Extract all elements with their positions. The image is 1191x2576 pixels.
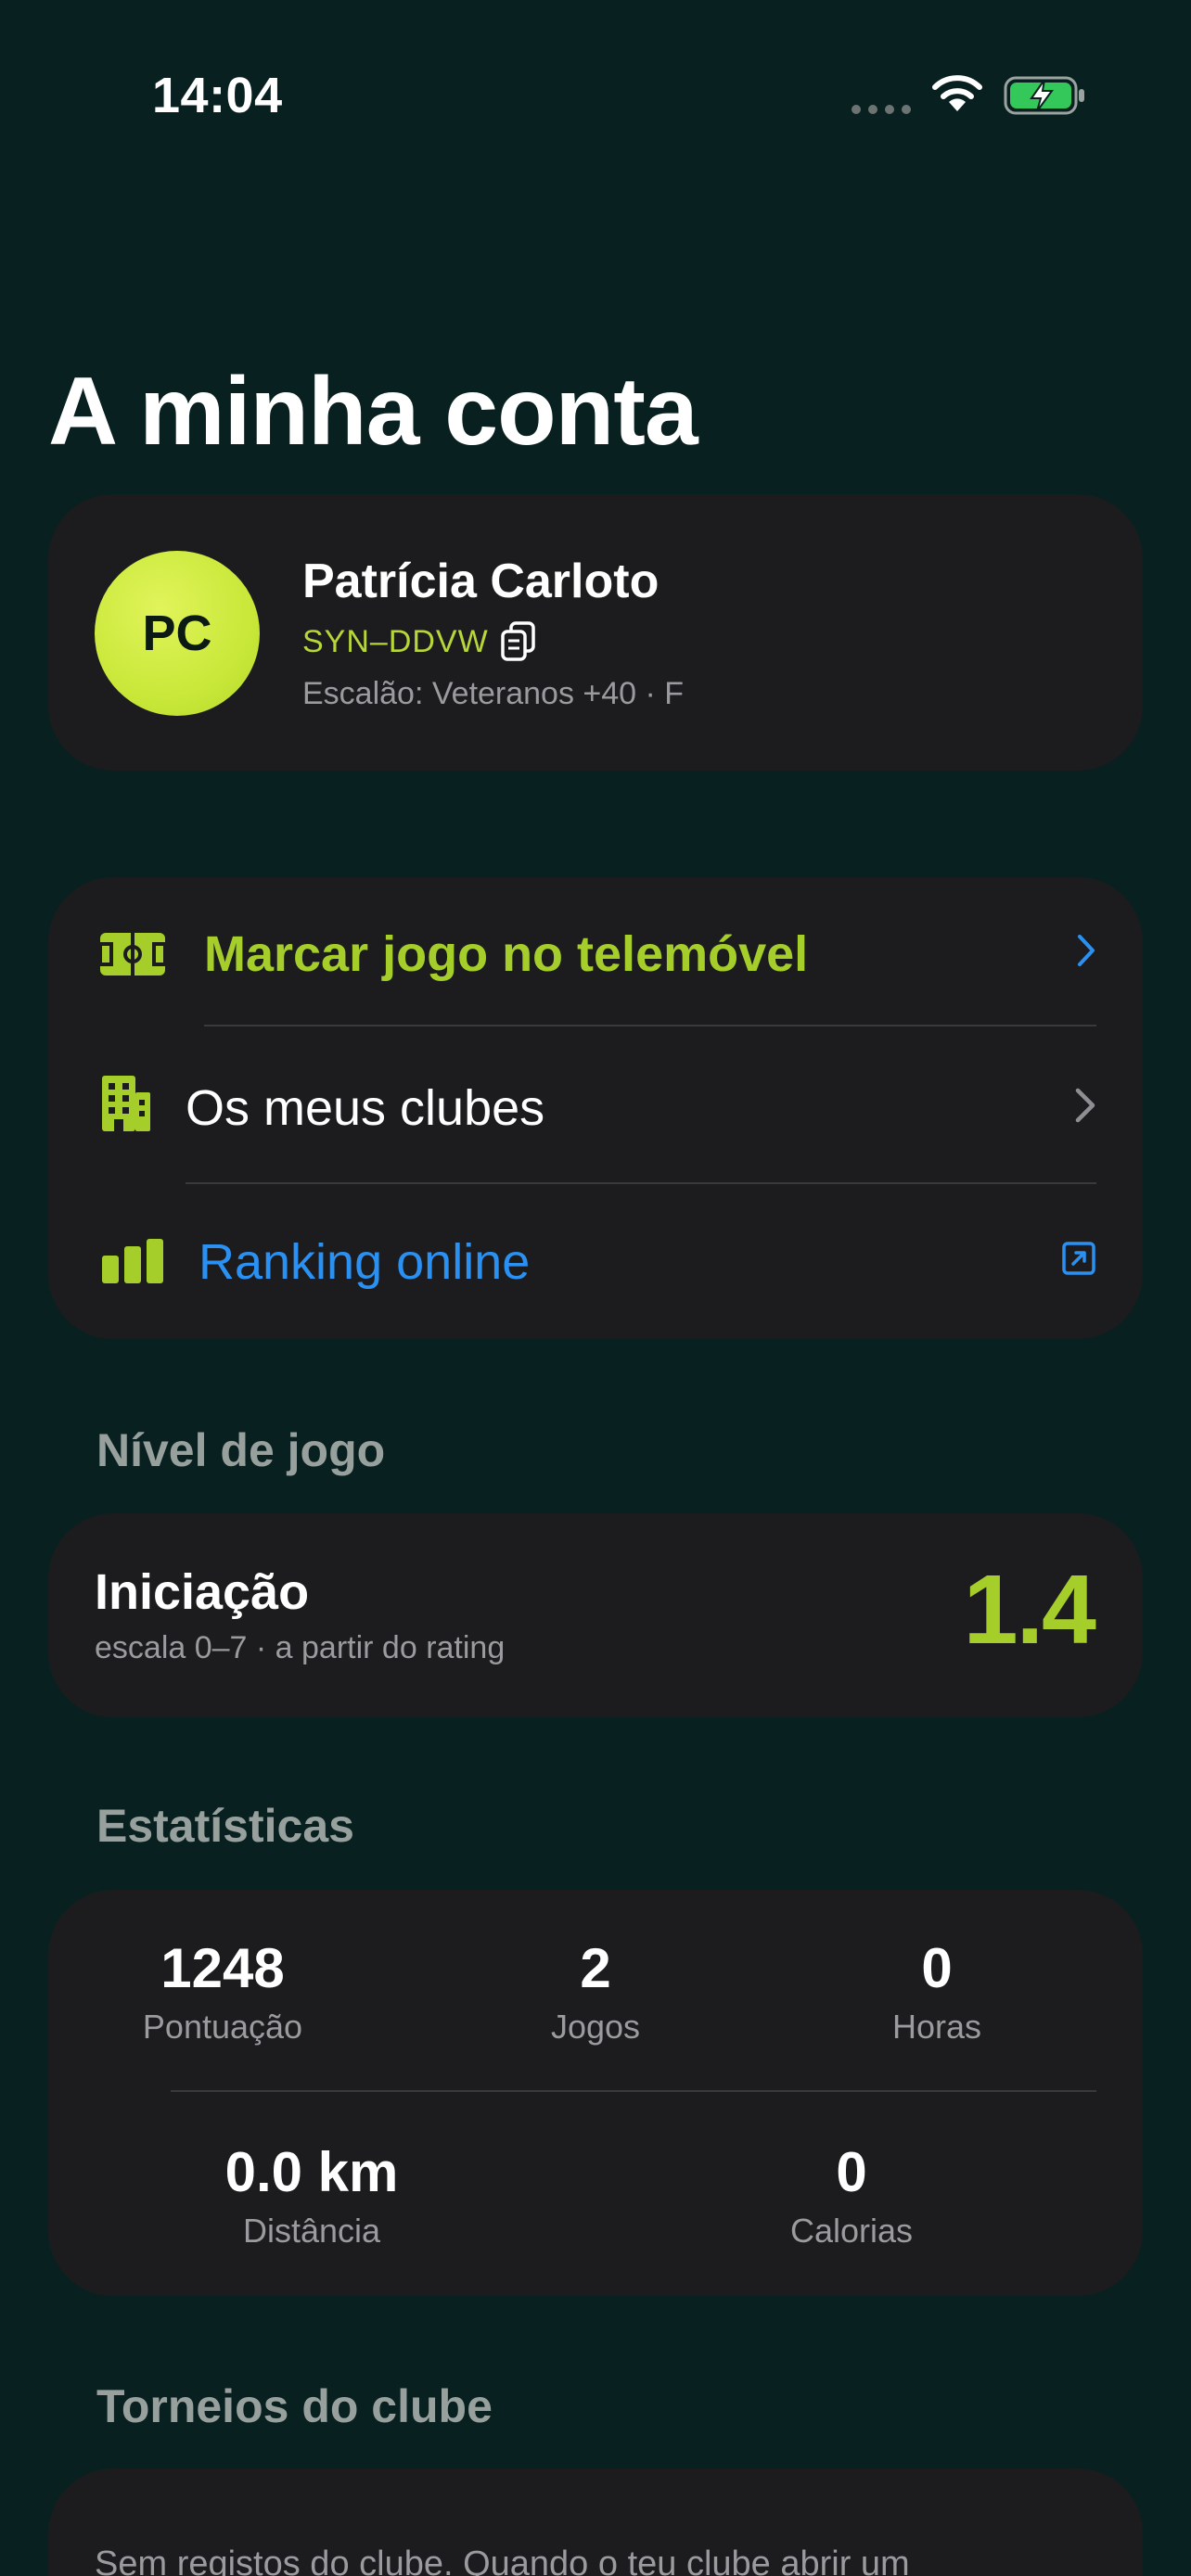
stat-label: Horas (891, 2008, 982, 2046)
cellular-signal-icon (852, 102, 918, 119)
profile-tier: Escalão: Veteranos +40 · F (302, 676, 685, 711)
profile-card[interactable]: PC Patrícia Carloto SYN–DDVW Escalão: Ve… (48, 494, 1143, 771)
stat-value: 0.0 km (224, 2141, 399, 2203)
stat-label: Pontuação (142, 2008, 303, 2046)
stat-value: 0 (836, 2141, 867, 2203)
level-value: 1.4 (963, 1555, 1096, 1664)
stat-games: 2 Jogos (503, 1936, 688, 2047)
section-title-stats: Estatísticas (96, 1800, 354, 1852)
avatar: PC (95, 551, 260, 716)
menu-card: Marcar jogo no telemóvel Os meus clubes … (48, 877, 1143, 1339)
stats-divider (171, 2090, 1096, 2092)
menu-label-ranking-online: Ranking online (198, 1234, 531, 1290)
stat-value: 2 (580, 1937, 611, 1999)
profile-code: SYN–DDVW (302, 624, 489, 659)
stat-label: Distância (242, 2212, 381, 2250)
stats-card: 1248 Pontuação 2 Jogos 0 Horas 0.0 km Di… (48, 1890, 1143, 2296)
menu-label-book-game: Marcar jogo no telemóvel (204, 926, 809, 982)
building-icon (102, 1076, 150, 1131)
copy-icon[interactable] (499, 620, 538, 663)
stat-value: 1248 (160, 1937, 285, 1999)
section-title-tournaments: Torneios do clube (96, 2380, 493, 2432)
menu-item-my-clubs[interactable]: Os meus clubes (48, 1031, 1143, 1185)
stat-label: Calorias (789, 2212, 914, 2250)
profile-name: Patrícia Carloto (302, 555, 660, 608)
stat-value: 0 (921, 1937, 953, 1999)
page-title: A minha conta (48, 358, 698, 465)
status-bar: 14:04 (0, 0, 1191, 185)
tournaments-card: Sem registos do clube. Quando o teu club… (48, 2468, 1143, 2576)
level-card: Iniciação escala 0–7 · a partir do ratin… (48, 1513, 1143, 1717)
menu-label-my-clubs: Os meus clubes (186, 1080, 545, 1136)
section-title-level: Nível de jogo (96, 1424, 386, 1476)
menu-divider (204, 1025, 1096, 1027)
level-name: Iniciação (95, 1564, 310, 1620)
stat-score: 1248 Pontuação (130, 1936, 315, 2047)
wifi-icon (932, 75, 982, 111)
stat-hours: 0 Horas (844, 1936, 1030, 2047)
chevron-right-icon (1075, 1088, 1095, 1123)
status-time: 14:04 (152, 68, 283, 123)
bar-chart-icon (102, 1239, 163, 1283)
external-link-icon (1062, 1242, 1095, 1275)
menu-item-book-game[interactable]: Marcar jogo no telemóvel (48, 877, 1143, 1031)
stat-calories: 0 Calorias (759, 2140, 944, 2251)
level-subtitle: escala 0–7 · a partir do rating (95, 1630, 506, 1665)
chevron-right-icon (1078, 935, 1095, 966)
tournaments-empty-text: Sem registos do clube. Quando o teu club… (95, 2544, 910, 2576)
menu-divider (186, 1182, 1096, 1184)
menu-item-ranking-online[interactable]: Ranking online (48, 1185, 1143, 1339)
stat-label: Jogos (550, 2008, 641, 2046)
battery-charging-icon (1004, 76, 1084, 115)
court-icon (98, 933, 167, 976)
stat-distance: 0.0 km Distância (200, 2140, 423, 2251)
